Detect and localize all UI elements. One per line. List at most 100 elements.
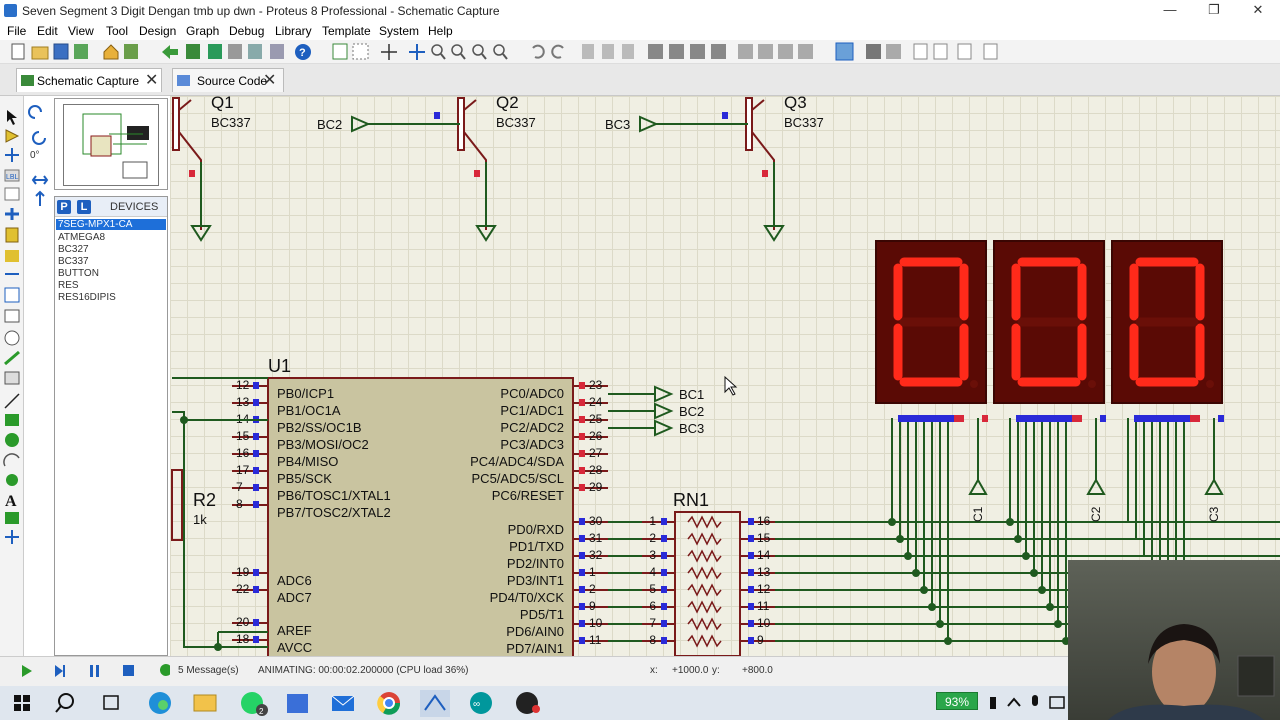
resistor-network-body[interactable] xyxy=(674,511,741,656)
store-icon[interactable] xyxy=(287,694,308,713)
wire-label-mode-icon[interactable]: LBL xyxy=(4,169,20,182)
notes-icon[interactable] xyxy=(270,44,284,59)
tape-recorder-mode-icon[interactable] xyxy=(4,309,20,323)
net-terminal[interactable] xyxy=(351,115,371,133)
line-mode-icon[interactable] xyxy=(4,393,20,409)
close-tab-icon[interactable]: ✕ xyxy=(145,70,158,90)
proteus-taskbar-icon[interactable] xyxy=(420,690,450,717)
minimize-button[interactable]: — xyxy=(1148,0,1192,22)
windows-start-icon[interactable] xyxy=(14,695,30,711)
menu-view[interactable]: View xyxy=(68,24,94,38)
device-item[interactable]: 7SEG-MPX1-CA xyxy=(56,219,166,230)
text-mode-icon[interactable]: A xyxy=(5,493,17,510)
pan-icon[interactable] xyxy=(409,44,425,60)
symbol-mode-icon[interactable] xyxy=(5,512,19,524)
import-icon[interactable] xyxy=(74,44,88,59)
terminals-mode-icon[interactable] xyxy=(5,250,19,262)
menu-help[interactable]: Help xyxy=(428,24,453,38)
grid-icon[interactable] xyxy=(352,43,369,60)
zoom-all-icon[interactable] xyxy=(472,44,487,60)
tab-schematic-capture[interactable]: Schematic Capture ✕ xyxy=(16,68,162,92)
camera-icon[interactable] xyxy=(1049,696,1065,709)
copy-icon[interactable] xyxy=(602,44,614,59)
menu-file[interactable]: File xyxy=(7,24,26,38)
device-item[interactable]: BUTTON xyxy=(58,268,99,279)
pick-devices-button[interactable]: P xyxy=(57,200,71,214)
menu-tool[interactable]: Tool xyxy=(106,24,128,38)
menu-debug[interactable]: Debug xyxy=(229,24,264,38)
task-view-icon[interactable] xyxy=(103,695,119,710)
common-terminal[interactable] xyxy=(1086,477,1106,495)
schematic-icon[interactable] xyxy=(124,44,138,59)
menu-design[interactable]: Design xyxy=(139,24,176,38)
power-plug-icon[interactable] xyxy=(990,697,996,709)
microphone-icon[interactable] xyxy=(1032,695,1038,706)
device-item[interactable]: RES16DIPIS xyxy=(58,292,116,303)
mirror-vertical-icon[interactable] xyxy=(35,190,45,206)
pcb-icon[interactable] xyxy=(186,44,200,59)
make-device-icon[interactable] xyxy=(758,44,773,59)
menu-template[interactable]: Template xyxy=(322,24,371,38)
messages-count[interactable]: 5 Message(s) xyxy=(178,665,239,676)
sub-circuit-mode-icon[interactable] xyxy=(5,227,19,243)
rotate-cw-icon[interactable] xyxy=(28,105,42,119)
packaging-tool-icon[interactable] xyxy=(778,44,793,59)
junction-mode-icon[interactable] xyxy=(5,148,19,162)
common-terminal[interactable] xyxy=(968,477,988,495)
transistor-body[interactable] xyxy=(172,97,180,151)
back-icon[interactable] xyxy=(162,45,178,59)
gerber-icon[interactable] xyxy=(228,44,242,59)
graph-mode-icon[interactable] xyxy=(4,287,20,303)
select-mode-icon[interactable] xyxy=(7,110,17,125)
net-terminal[interactable] xyxy=(654,419,674,437)
rotate-ccw-icon[interactable] xyxy=(32,131,46,145)
path-mode-icon[interactable] xyxy=(6,474,18,486)
save-icon[interactable] xyxy=(53,43,69,60)
mirror-horizontal-icon[interactable] xyxy=(31,175,49,185)
paste-icon[interactable] xyxy=(622,44,634,59)
export-icon[interactable] xyxy=(983,43,998,60)
net-terminal[interactable] xyxy=(654,385,674,403)
menu-system[interactable]: System xyxy=(379,24,419,38)
block-delete-icon[interactable] xyxy=(711,44,726,59)
block-copy-icon[interactable] xyxy=(648,44,663,59)
device-item[interactable]: ATMEGA8 xyxy=(58,232,105,243)
menu-edit[interactable]: Edit xyxy=(37,24,58,38)
undo-icon[interactable] xyxy=(532,44,545,59)
marker-mode-icon[interactable] xyxy=(5,530,19,544)
zoom-in-icon[interactable] xyxy=(431,44,446,60)
chrome-icon[interactable] xyxy=(377,692,401,715)
pick-device-icon[interactable] xyxy=(738,44,753,59)
restore-button[interactable]: ❐ xyxy=(1192,0,1236,22)
battery-indicator[interactable]: 93% xyxy=(936,692,978,710)
arc-mode-icon[interactable] xyxy=(3,453,20,467)
open-folder-icon[interactable] xyxy=(31,46,49,60)
device-item[interactable]: BC337 xyxy=(58,256,89,267)
bom-icon[interactable] xyxy=(248,44,262,59)
wire-autorouter-icon[interactable] xyxy=(835,42,854,61)
instrument-mode-icon[interactable] xyxy=(4,371,20,385)
circle-mode-icon[interactable] xyxy=(5,433,19,447)
goto-sheet-icon[interactable] xyxy=(957,43,972,60)
chevron-up-icon[interactable] xyxy=(1007,697,1021,707)
rotation-angle[interactable]: 0° xyxy=(30,150,40,161)
mail-icon[interactable] xyxy=(331,695,355,711)
tab-source-code[interactable]: Source Code ✕ xyxy=(172,68,284,92)
arduino-icon[interactable]: ∞ xyxy=(470,692,492,714)
property-tool-icon[interactable] xyxy=(886,44,901,59)
block-rotate-icon[interactable] xyxy=(690,44,705,59)
3d-icon[interactable] xyxy=(208,44,222,59)
zoom-out-icon[interactable] xyxy=(451,44,466,60)
close-window-button[interactable]: ✕ xyxy=(1236,0,1280,22)
menu-library[interactable]: Library xyxy=(275,24,312,38)
net-terminal[interactable] xyxy=(639,115,659,133)
step-icon[interactable] xyxy=(55,665,65,677)
device-item[interactable]: BC327 xyxy=(58,244,89,255)
home-icon[interactable] xyxy=(103,44,119,60)
redo-icon[interactable] xyxy=(551,44,564,59)
new-file-icon[interactable] xyxy=(11,43,25,60)
cut-icon[interactable] xyxy=(582,44,594,59)
box-mode-icon[interactable] xyxy=(5,414,19,426)
whatsapp-icon[interactable]: 2 xyxy=(241,692,268,716)
remove-sheet-icon[interactable] xyxy=(933,43,948,60)
